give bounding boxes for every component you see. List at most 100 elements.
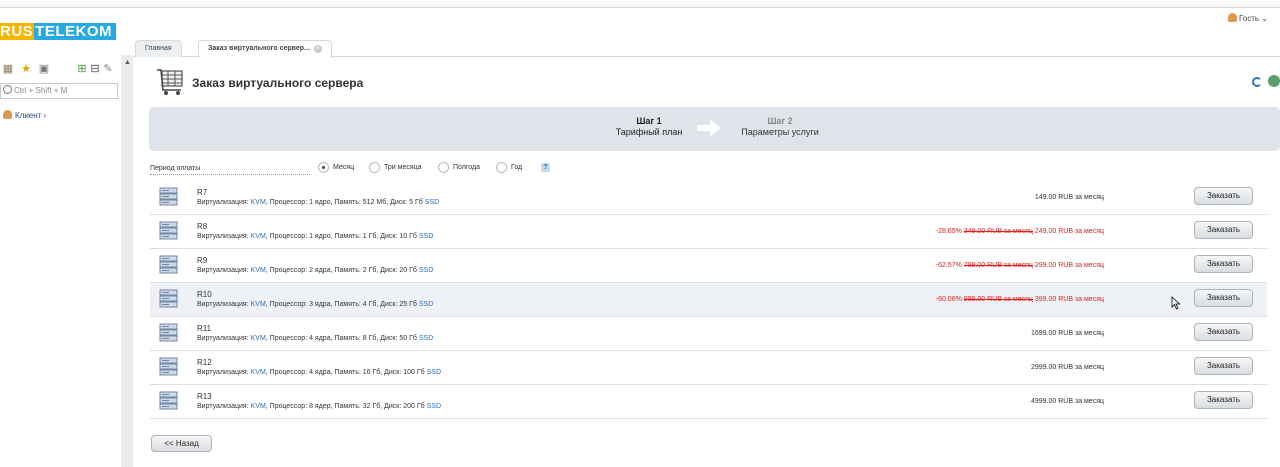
plan-row: R13 Виртуализация: KVM, Процессор: 8 ядер… xyxy=(150,385,1267,419)
user-label: Гость ⌄ xyxy=(1238,14,1268,23)
step-title: Тарифный план xyxy=(615,127,683,137)
discount-percent: -28.65% xyxy=(935,228,962,235)
server-icon xyxy=(159,221,178,240)
plan-price: -28.65% 349.00 RUB за месяц 249.00 RUB з… xyxy=(936,227,1104,237)
tab-label: Главная xyxy=(145,45,172,52)
search-box[interactable] xyxy=(0,83,118,99)
plan-name: R11 xyxy=(197,324,212,333)
plan-list: R7 Виртуализация: KVM, Процессор: 1 ядро,… xyxy=(150,181,1267,419)
server-icon xyxy=(159,391,178,410)
virt-type-link[interactable]: KVM xyxy=(251,301,266,308)
option-label: Три месяца xyxy=(384,164,422,171)
server-icon xyxy=(159,289,178,308)
order-button[interactable]: Заказать xyxy=(1194,323,1253,341)
old-price: 999.00 RUB за месяц xyxy=(963,296,1033,303)
order-button[interactable]: Заказать xyxy=(1194,187,1253,205)
lock-icon[interactable]: ▣ xyxy=(38,63,50,75)
plan-price: 149.00 RUB за месяц xyxy=(1035,193,1104,203)
collapse-arrow-icon[interactable]: ▲ xyxy=(124,59,131,66)
user-icon xyxy=(1227,13,1237,22)
virt-label: Виртуализация: xyxy=(197,369,251,376)
order-button[interactable]: Заказать xyxy=(1194,221,1253,239)
current-price: 299.00 RUB за месяц xyxy=(1034,262,1104,269)
disk-type-link[interactable]: SSD xyxy=(419,335,433,342)
plan-specs: , Процессор: 4 ядра, Память: 16 Гб, Диск… xyxy=(265,369,427,376)
pin-icon[interactable]: ✎ xyxy=(102,63,114,75)
disk-type-link[interactable]: SSD xyxy=(427,403,441,410)
step-title: Параметры услуги xyxy=(741,127,819,137)
disk-type-link[interactable]: SSD xyxy=(419,301,433,308)
virt-type-link[interactable]: KVM xyxy=(251,403,266,410)
order-button[interactable]: Заказать xyxy=(1194,255,1253,273)
user-icon xyxy=(3,110,12,119)
plan-description: Виртуализация: KVM, Процессор: 1 ядро, П… xyxy=(197,198,439,208)
period-option-year[interactable]: Год xyxy=(496,162,522,173)
back-button[interactable]: << Назад xyxy=(151,435,212,452)
plan-description: Виртуализация: KVM, Процессор: 3 ядра, П… xyxy=(197,300,433,310)
radio[interactable] xyxy=(438,162,449,173)
plan-name: R9 xyxy=(197,256,208,265)
old-price: 799.00 RUB за месяц xyxy=(963,262,1033,269)
wizard-steps: Шаг 1 Тарифный план Шаг 2 Параметры услу… xyxy=(149,107,1280,151)
radio-selected[interactable] xyxy=(318,162,329,173)
tab-home[interactable]: Главная xyxy=(135,40,182,57)
radio[interactable] xyxy=(496,162,507,173)
grid-icon[interactable]: ▦ xyxy=(2,63,14,75)
reload-icon[interactable] xyxy=(1252,77,1262,87)
plan-price: 1699.00 RUB за месяц xyxy=(1031,329,1104,339)
server-icon xyxy=(159,255,178,274)
disk-type-link[interactable]: SSD xyxy=(425,199,439,206)
plan-description: Виртуализация: KVM, Процессор: 8 ядер, П… xyxy=(197,402,441,412)
sidebar-toolbar: ▦ ★ ▣ ⊞ ⊟ ✎ xyxy=(0,63,120,77)
tab-order-vps[interactable]: Заказ виртуального сервер... × xyxy=(198,40,332,58)
plan-description: Виртуализация: KVM, Процессор: 2 ядра, П… xyxy=(197,266,433,276)
option-label: Месяц xyxy=(333,164,355,171)
period-option-three-months[interactable]: Три месяца xyxy=(369,162,422,173)
virt-label: Виртуализация: xyxy=(197,301,251,308)
order-button[interactable]: Заказать xyxy=(1194,289,1253,307)
virt-type-link[interactable]: KVM xyxy=(251,335,266,342)
disk-type-link[interactable]: SSD xyxy=(419,267,433,274)
plan-row: R9 Виртуализация: KVM, Процессор: 2 ядра,… xyxy=(150,249,1267,283)
virt-label: Виртуализация: xyxy=(197,267,251,274)
collapse-all-icon[interactable]: ⊟ xyxy=(89,63,101,75)
period-option-half-year[interactable]: Полгода xyxy=(438,162,480,173)
tab-bar: Главная Заказ виртуального сервер... × xyxy=(133,38,1280,58)
virt-type-link[interactable]: KVM xyxy=(251,267,266,274)
disk-type-link[interactable]: SSD xyxy=(427,369,441,376)
order-button[interactable]: Заказать xyxy=(1194,391,1253,409)
left-panel: RUSTELEKOM ▦ ★ ▣ ⊞ ⊟ ✎ Клиент › xyxy=(0,8,121,467)
old-price: 349.00 RUB за месяц xyxy=(963,228,1033,235)
plan-description: Виртуализация: KVM, Процессор: 4 ядра, П… xyxy=(197,368,441,378)
user-menu[interactable]: Гость ⌄ xyxy=(1227,13,1268,23)
step-2: Шаг 2 Параметры услуги xyxy=(738,116,822,138)
current-price: 399.00 RUB за месяц xyxy=(1034,296,1104,303)
plan-row: R10 Виртуализация: KVM, Процессор: 3 ядра… xyxy=(150,283,1267,317)
order-button[interactable]: Заказать xyxy=(1194,357,1253,375)
help-icon[interactable]: ? xyxy=(541,163,550,172)
server-icon xyxy=(159,187,178,206)
plan-name: R10 xyxy=(197,290,212,299)
disk-type-link[interactable]: SSD xyxy=(419,233,433,240)
rustelekom-logo[interactable]: RUS TELEKOM xyxy=(0,23,117,41)
plan-name: R12 xyxy=(197,358,212,367)
plan-specs: , Процессор: 3 ядра, Память: 4 Гб, Диск:… xyxy=(265,301,419,308)
virt-type-link[interactable]: KVM xyxy=(251,369,266,376)
sidebar-item-client[interactable]: Клиент › xyxy=(3,110,46,122)
expand-all-icon[interactable]: ⊞ xyxy=(76,63,88,75)
page-title: Заказ виртуального сервера xyxy=(192,76,364,90)
globe-icon[interactable] xyxy=(1268,75,1280,87)
virt-type-link[interactable]: KVM xyxy=(251,233,266,240)
search-input[interactable] xyxy=(14,86,114,95)
close-tab-icon[interactable]: × xyxy=(313,45,322,53)
plan-price: -62.57% 799.00 RUB за месяц 299.00 RUB з… xyxy=(936,261,1104,271)
sidebar-collapse-bar[interactable]: ▲ xyxy=(121,55,133,467)
virt-type-link[interactable]: KVM xyxy=(251,199,266,206)
step-1: Шаг 1 Тарифный план xyxy=(607,116,691,138)
plan-description: Виртуализация: KVM, Процессор: 1 ядро, П… xyxy=(197,232,433,242)
period-option-month[interactable]: Месяц xyxy=(318,162,354,173)
virt-label: Виртуализация: xyxy=(197,233,251,240)
favorites-star-icon[interactable]: ★ xyxy=(20,63,32,75)
radio[interactable] xyxy=(369,162,380,173)
step-number: Шаг 2 xyxy=(767,116,793,126)
